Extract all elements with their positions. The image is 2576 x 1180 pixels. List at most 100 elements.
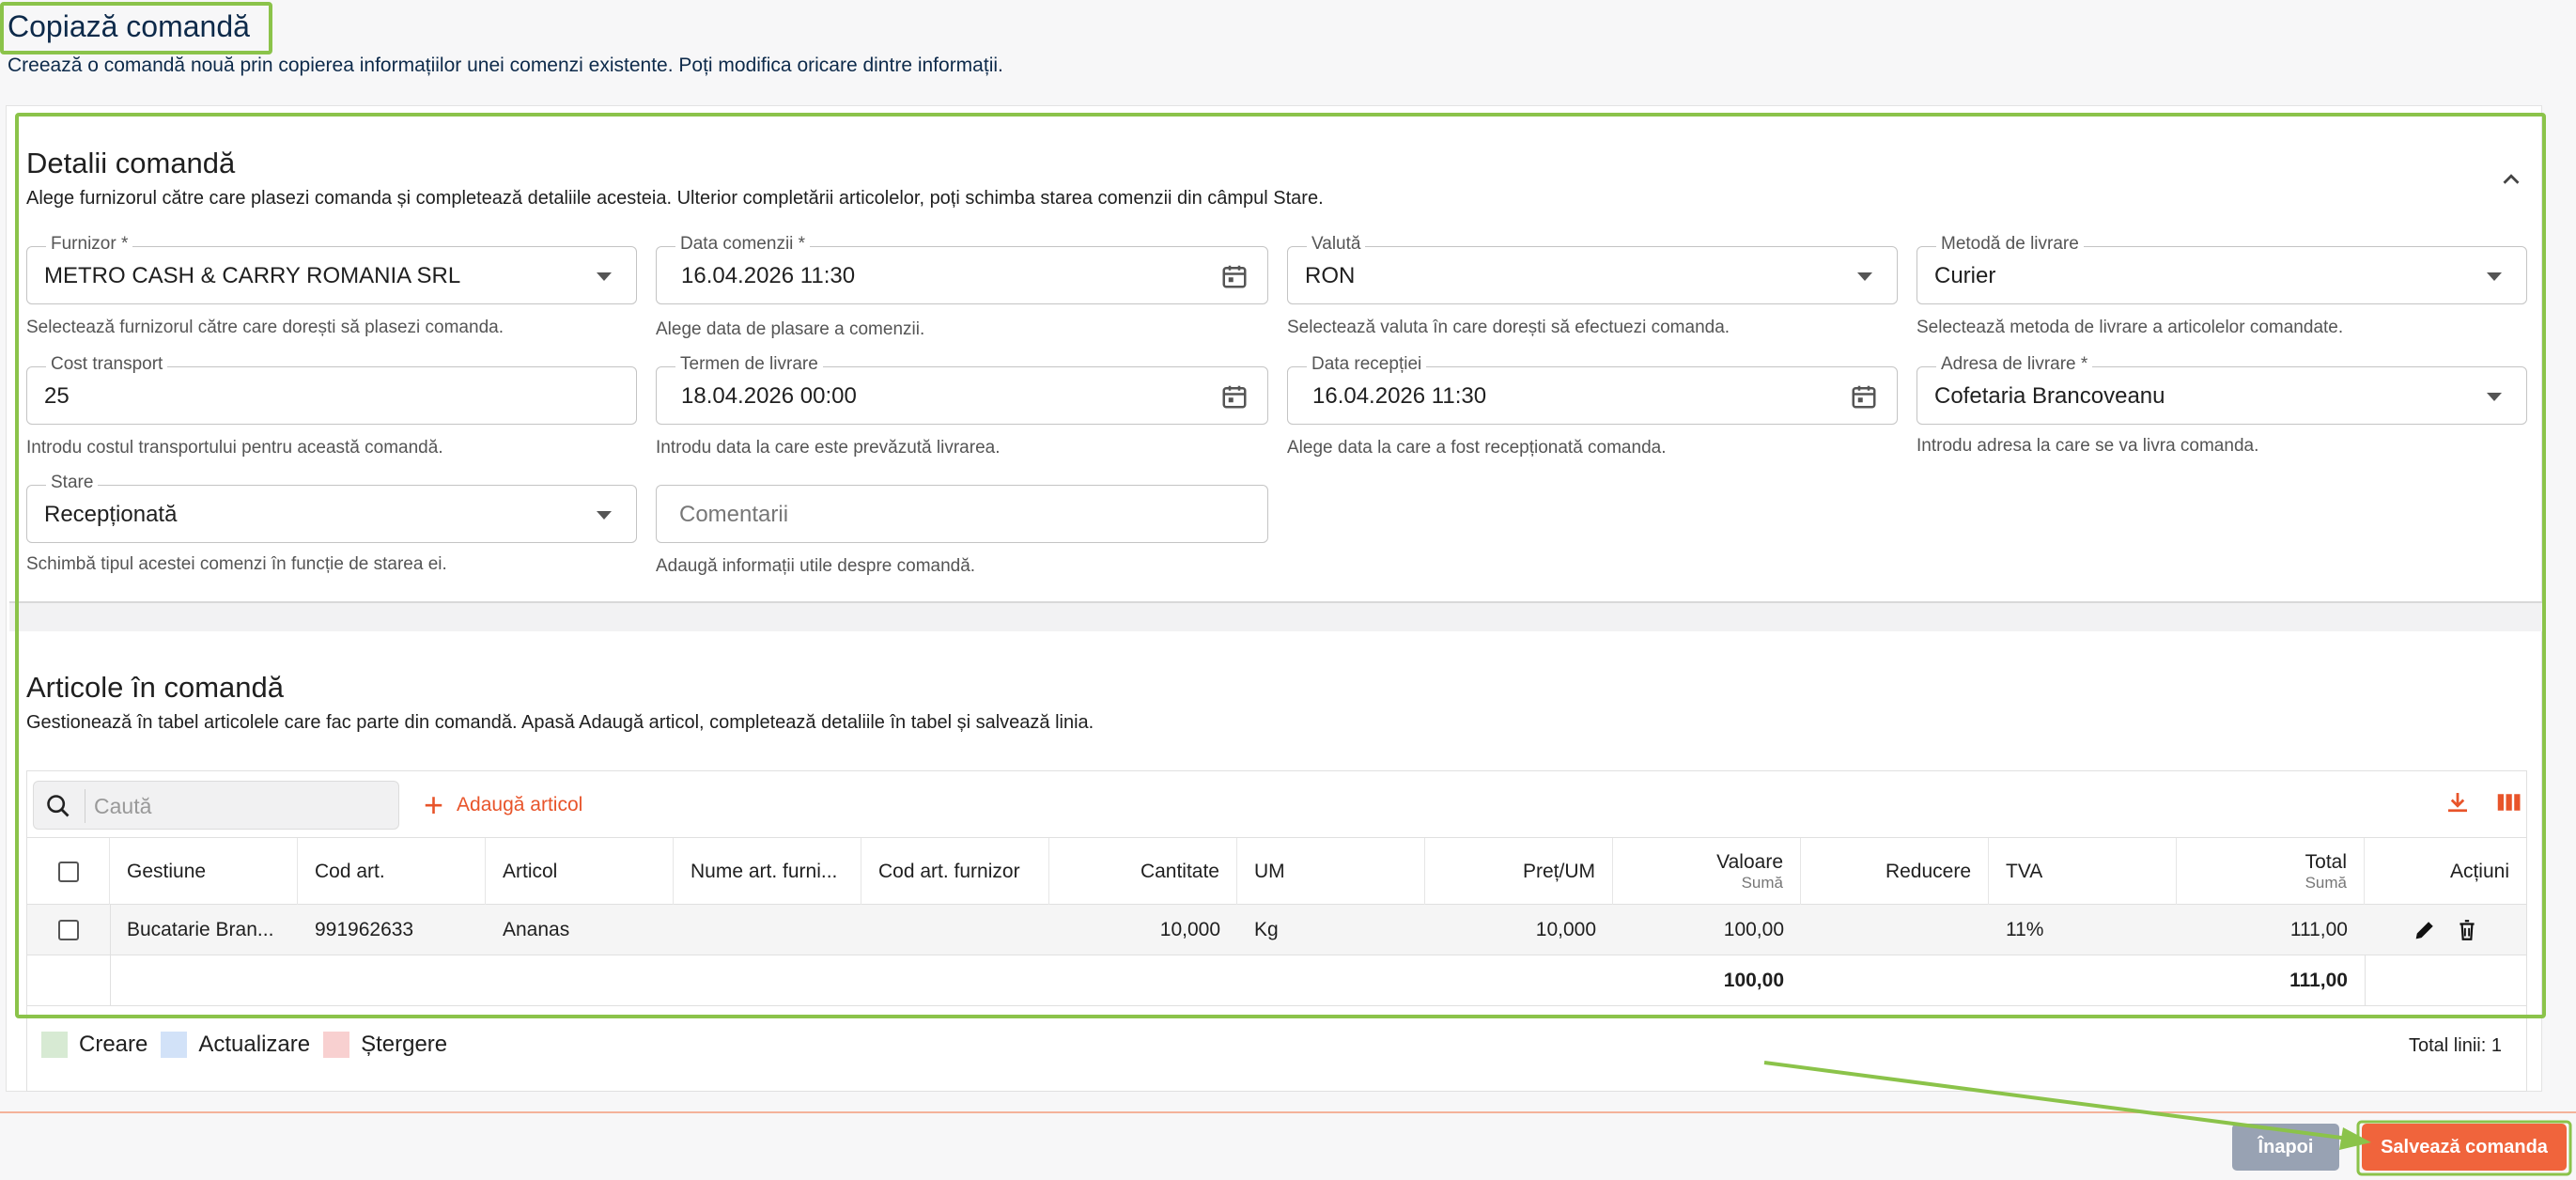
order-date-helper: Alege data de plasare a comenzii. — [656, 319, 925, 339]
cell-cantitate: 10,000 — [1159, 919, 1220, 940]
details-title: Detalii comandă — [26, 147, 236, 179]
col-tva[interactable]: TVA — [1989, 838, 2177, 906]
col-total[interactable]: Total Sumă — [2177, 838, 2365, 906]
comments-placeholder: Comentarii — [679, 502, 789, 527]
cell-tva: 11% — [2006, 919, 2044, 940]
add-article-label: Adaugă articol — [457, 794, 583, 815]
legend-create-swatch — [41, 1032, 68, 1058]
save-order-button[interactable]: Salvează comanda — [2362, 1124, 2567, 1171]
delivery-method-value: Curier — [1934, 263, 1996, 288]
back-button[interactable]: Înapoi — [2232, 1124, 2339, 1171]
col-cod-art[interactable]: Cod art. — [298, 838, 486, 906]
currency-select[interactable]: Valută RON — [1287, 234, 1898, 304]
delivery-address-select[interactable]: Adresa de livrare * Cofetaria Brancovean… — [1916, 354, 2527, 425]
footer-valoare: 100,00 — [1723, 970, 1784, 991]
col-valoare[interactable]: Valoare Sumă — [1613, 838, 1801, 906]
chevron-up-icon[interactable] — [2497, 165, 2525, 194]
cell-actions — [2365, 905, 2526, 955]
cell-cod-art: 991962633 — [315, 919, 414, 940]
footer-divider — [110, 955, 111, 1006]
col-actiuni: Acțiuni — [2449, 861, 2509, 882]
col-articol[interactable]: Articol — [486, 838, 674, 906]
order-date-field[interactable]: Data comenzii * 16.04.2026 11:30 — [656, 234, 1268, 304]
transport-cost-label: Cost transport — [46, 354, 168, 375]
search-icon — [47, 795, 70, 817]
delete-icon[interactable] — [2455, 917, 2479, 943]
transport-cost-field[interactable]: Cost transport 25 — [26, 354, 637, 425]
legend-delete: Ștergere — [323, 1032, 447, 1058]
row-select-cell — [27, 905, 110, 955]
add-article-button[interactable]: + Adaugă articol — [424, 784, 582, 826]
legend-update-swatch — [161, 1032, 188, 1058]
transport-cost-value: 25 — [44, 383, 70, 409]
row-status-legend: Creare Actualizare Ștergere — [41, 1032, 460, 1058]
cell-articol: Ananas — [503, 919, 570, 940]
columns-icon[interactable] — [2494, 788, 2522, 816]
col-nume-furnizor[interactable]: Nume art. furni... — [674, 838, 861, 906]
dropdown-arrow-icon — [2487, 272, 2502, 281]
comments-helper: Adaugă informații utile despre comandă. — [656, 556, 976, 576]
status-select[interactable]: Stare Recepționată — [26, 473, 637, 543]
legend-update-label: Actualizare — [198, 1032, 311, 1057]
delivery-term-field[interactable]: Termen de livrare 18.04.2026 00:00 — [656, 354, 1268, 425]
dropdown-arrow-icon — [597, 272, 612, 281]
col-cod-furnizor[interactable]: Cod art. furnizor — [861, 838, 1049, 906]
transport-cost-helper: Introdu costul transportului pentru acea… — [26, 438, 443, 458]
search-input[interactable] — [94, 791, 385, 821]
dropdown-arrow-icon — [2487, 393, 2502, 401]
order-date-value: 16.04.2026 11:30 — [681, 263, 856, 288]
col-valoare-sub: Sumă — [1741, 874, 1783, 892]
legend-delete-label: Ștergere — [361, 1032, 448, 1057]
col-cantitate[interactable]: Cantitate — [1049, 838, 1237, 906]
table-header: Gestiune Cod art. Articol Nume art. furn… — [27, 837, 2526, 906]
legend-create-label: Creare — [79, 1032, 148, 1057]
calendar-icon[interactable] — [1220, 382, 1249, 411]
col-total-label: Total — [2304, 851, 2347, 873]
articles-title: Articole în comandă — [26, 671, 284, 704]
page-subtitle: Creează o comandă nouă prin copierea inf… — [8, 54, 1003, 76]
legend-update: Actualizare — [161, 1032, 310, 1058]
col-valoare-label: Valoare — [1716, 851, 1783, 873]
currency-helper: Selectează valuta în care dorești să efe… — [1287, 318, 1730, 337]
calendar-icon[interactable] — [1220, 262, 1249, 290]
col-gestiune[interactable]: Gestiune — [110, 838, 298, 906]
delivery-method-label: Metodă de livrare — [1936, 234, 2084, 255]
status-value: Recepționată — [44, 502, 178, 527]
col-pret-um[interactable]: Preț/UM — [1425, 838, 1613, 906]
supplier-value: METRO CASH & CARRY ROMANIA SRL — [44, 263, 461, 288]
reception-date-helper: Alege data la care a fost recepționată c… — [1287, 438, 1667, 458]
comments-field[interactable]: Comentarii — [656, 485, 1268, 543]
cell-total: 111,00 — [2289, 919, 2348, 940]
edit-icon[interactable] — [2412, 917, 2438, 943]
col-reducere[interactable]: Reducere — [1801, 838, 1989, 906]
cell-pret-um: 10,000 — [1535, 919, 1596, 940]
calendar-icon[interactable] — [1850, 382, 1878, 411]
delivery-method-helper: Selectează metoda de livrare a articolel… — [1916, 318, 2344, 337]
footer-divider-line — [0, 1111, 2576, 1113]
footer-divider — [2365, 955, 2366, 1006]
total-lines: Total linii: 1 — [2409, 1035, 2502, 1056]
plus-icon: + — [424, 785, 444, 824]
download-icon[interactable] — [2444, 788, 2472, 816]
supplier-label: Furnizor * — [46, 234, 133, 255]
order-date-label: Data comenzii * — [675, 234, 811, 255]
section-divider — [9, 601, 2542, 631]
cell-gestiune: Bucatarie Bran... — [127, 919, 274, 940]
cell-um: Kg — [1254, 919, 1279, 940]
supplier-select[interactable]: Furnizor * METRO CASH & CARRY ROMANIA SR… — [26, 234, 637, 304]
details-description: Alege furnizorul către care plasezi coma… — [26, 188, 1324, 209]
legend-create: Creare — [41, 1032, 147, 1058]
table-row[interactable]: Bucatarie Bran... 991962633 Ananas 10,00… — [27, 905, 2526, 955]
reception-date-field[interactable]: Data recepției 16.04.2026 11:30 — [1287, 354, 1898, 425]
row-checkbox[interactable] — [58, 920, 79, 940]
currency-value: RON — [1305, 263, 1356, 288]
select-all-checkbox[interactable] — [57, 862, 79, 882]
delivery-address-value: Cofetaria Brancoveanu — [1934, 383, 2165, 409]
delivery-method-select[interactable]: Metodă de livrare Curier — [1916, 234, 2527, 304]
supplier-helper: Selectează furnizorul către care dorești… — [26, 318, 504, 337]
articles-description: Gestionează în tabel articolele care fac… — [26, 712, 1094, 733]
col-um[interactable]: UM — [1237, 838, 1425, 906]
delivery-term-label: Termen de livrare — [675, 354, 823, 375]
search-box[interactable] — [33, 781, 399, 830]
legend-delete-swatch — [323, 1032, 350, 1058]
